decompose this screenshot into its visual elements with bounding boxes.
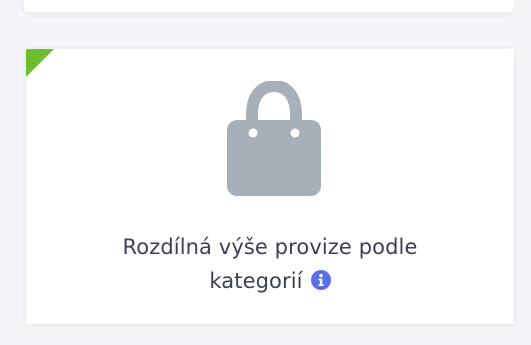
card-title-line1: Rozdílná výše provize podle xyxy=(122,235,418,259)
card-title: Rozdílná výše provize podle kategorií xyxy=(26,230,514,298)
previous-card-bottom xyxy=(24,0,514,12)
info-icon[interactable] xyxy=(310,270,331,290)
active-corner-flag xyxy=(26,49,54,77)
feature-card-category-commission[interactable]: Rozdílná výše provize podle kategorií xyxy=(26,49,514,324)
card-title-line2: kategorií xyxy=(209,269,303,293)
card-title-line2-wrap: kategorií xyxy=(209,264,331,298)
shopping-bag-icon xyxy=(227,81,321,196)
